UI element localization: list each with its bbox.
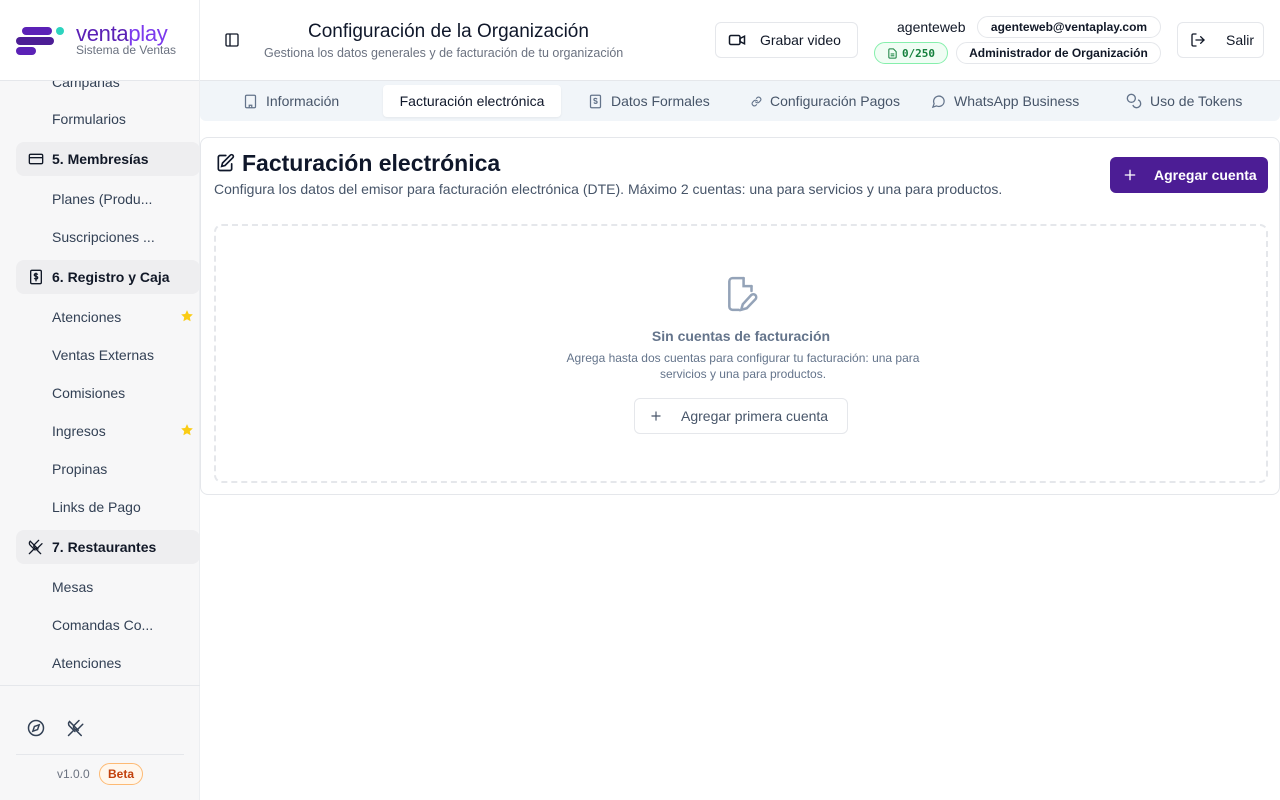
empty-state-description: Agrega hasta dos cuentas para configurar… [566,351,920,381]
ventaplay-logo-icon [16,27,64,55]
settings-tabs: Información Facturación electrónica Dato… [200,81,1280,121]
beta-badge: Beta [99,763,143,785]
logout-icon [1191,33,1205,47]
tab-datos-formales[interactable]: Datos Formales [588,85,710,117]
tab-whatsapp-business[interactable]: WhatsApp Business [931,85,1079,117]
sidebar-footer-divider [16,754,184,755]
sidebar-item-formularios[interactable]: Formularios [16,102,200,136]
sidebar-nav: Campañas Formularios 5. Membresías Plane… [0,81,200,685]
role-badge: Administrador de Organización [956,42,1161,64]
brand-subtitle: Sistema de Ventas [76,43,177,57]
plus-icon [1124,169,1136,181]
billing-card: Facturación electrónica Configura los da… [200,137,1280,495]
star-icon[interactable] [180,423,194,437]
tab-configuracion-pagos[interactable]: Configuración Pagos [751,85,900,117]
tab-uso-tokens[interactable]: Uso de Tokens [1126,85,1242,117]
page-subtitle: Gestiona los datos generales y de factur… [264,46,624,60]
billing-title: Facturación electrónica [242,150,501,176]
user-name: agenteweb [897,19,966,35]
file-edit-icon [217,153,235,172]
sidebar-group-restaurantes[interactable]: 7. Restaurantes [16,530,200,564]
empty-state: Sin cuentas de facturación Agrega hasta … [214,224,1268,483]
page-title: Configuración de la Organización [308,21,589,42]
sidebar-item-atenciones[interactable]: Atenciones [16,300,200,334]
tab-facturacion-electronica[interactable]: Facturación electrónica [383,85,561,117]
plus-icon [651,411,661,421]
sidebar-toggle-icon[interactable] [224,32,240,48]
sidebar-item-comisiones[interactable]: Comisiones [16,376,200,410]
sidebar-item-campanas[interactable]: Campañas [16,81,200,99]
coins-icon [1126,93,1142,109]
tokens-badge: 0/250 [874,42,948,64]
star-icon[interactable] [180,309,194,323]
empty-state-title: Sin cuentas de facturación [651,328,831,344]
sidebar-item-mesas[interactable]: Mesas [16,570,200,604]
sidebar-item-atenciones-restaurante[interactable]: Atenciones [16,646,200,680]
sidebar-footer: v1.0.0 Beta [0,685,200,800]
billing-description: Configura los datos del emisor para fact… [214,181,1003,197]
sidebar-item-planes[interactable]: Planes (Produ... [16,182,200,216]
sidebar-group-membresias[interactable]: 5. Membresías [16,142,200,176]
page-header: Configuración de la Organización Gestion… [200,0,1280,81]
file-edit-icon [728,276,758,312]
sidebar-item-links-pago[interactable]: Links de Pago [16,490,200,524]
message-circle-icon [931,94,945,108]
record-video-button[interactable]: Grabar video [715,22,858,58]
file-text-icon [888,47,897,59]
add-first-account-button[interactable]: Agregar primera cuenta [634,398,848,434]
link-icon [751,96,762,106]
dollar-receipt-icon [28,269,44,285]
building-icon [244,94,257,108]
add-account-button[interactable]: Agregar cuenta [1110,157,1268,193]
logout-button[interactable]: Salir [1177,22,1264,58]
tab-informacion[interactable]: Información [243,85,339,117]
sidebar-item-ingresos[interactable]: Ingresos [16,414,200,448]
version-label: v1.0.0 [57,767,90,781]
sidebar-group-registro-caja[interactable]: 6. Registro y Caja [16,260,200,294]
utensils-crossed-icon[interactable] [67,719,85,737]
sidebar-item-ventas-externas[interactable]: Ventas Externas [16,338,200,372]
sidebar-item-suscripciones[interactable]: Suscripciones ... [16,220,200,254]
compass-icon[interactable] [27,719,45,737]
receipt-icon [589,94,602,108]
sidebar-item-comandas[interactable]: Comandas Co... [16,608,200,642]
credit-card-icon [28,151,44,167]
brand-header: ventaplay Sistema de Ventas [0,0,199,81]
sidebar: ventaplay Sistema de Ventas Campañas For… [0,0,200,800]
user-email-badge: agenteweb@ventaplay.com [977,16,1161,38]
sidebar-item-propinas[interactable]: Propinas [16,452,200,486]
utensils-crossed-icon [28,539,44,555]
video-camera-icon [728,34,746,46]
